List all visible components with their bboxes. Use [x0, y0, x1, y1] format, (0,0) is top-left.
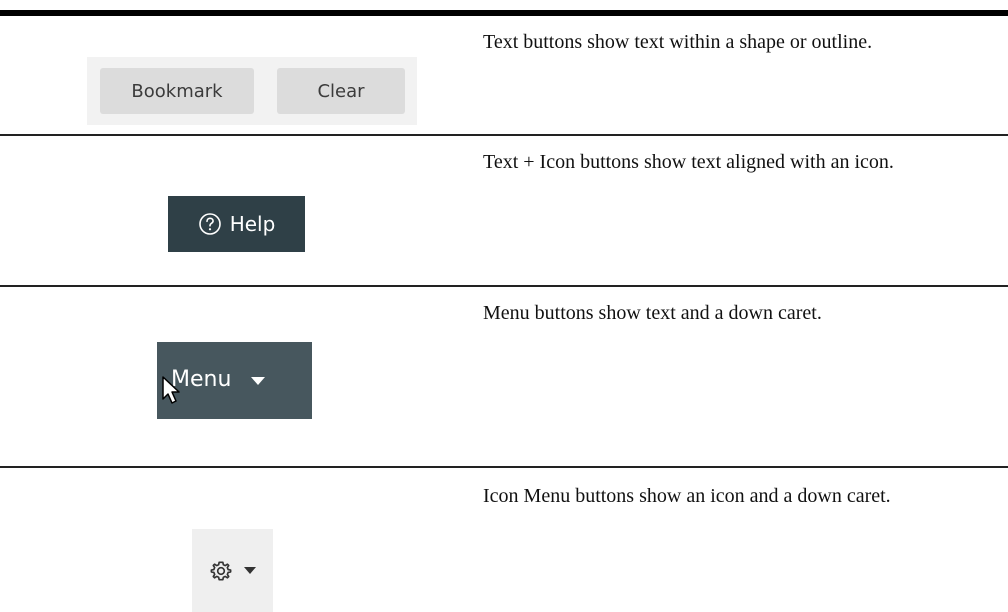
- clear-button[interactable]: Clear: [277, 68, 405, 114]
- menu-button[interactable]: Menu: [157, 342, 312, 419]
- row-divider: [0, 285, 1008, 287]
- top-rule: [0, 10, 1008, 16]
- row-divider: [0, 134, 1008, 136]
- help-button[interactable]: Help: [168, 196, 305, 252]
- icon-menu-buttons-description: Icon Menu buttons show an icon and a dow…: [483, 485, 891, 507]
- text-buttons-panel: Bookmark Clear: [87, 57, 417, 125]
- help-button-label: Help: [229, 212, 276, 236]
- gear-icon: [210, 560, 231, 581]
- mouse-pointer-icon: [162, 376, 180, 404]
- caret-down-icon: [251, 377, 265, 385]
- caret-down-icon: [243, 567, 256, 574]
- bookmark-button[interactable]: Bookmark: [100, 68, 254, 114]
- row-divider: [0, 466, 1008, 468]
- text-buttons-description: Text buttons show text within a shape or…: [483, 31, 873, 53]
- menu-buttons-description: Menu buttons show text and a down caret.: [483, 302, 822, 324]
- help-circle-icon: [198, 213, 221, 235]
- text-icon-buttons-description: Text + Icon buttons show text aligned wi…: [483, 151, 894, 173]
- icon-menu-button[interactable]: [192, 529, 273, 612]
